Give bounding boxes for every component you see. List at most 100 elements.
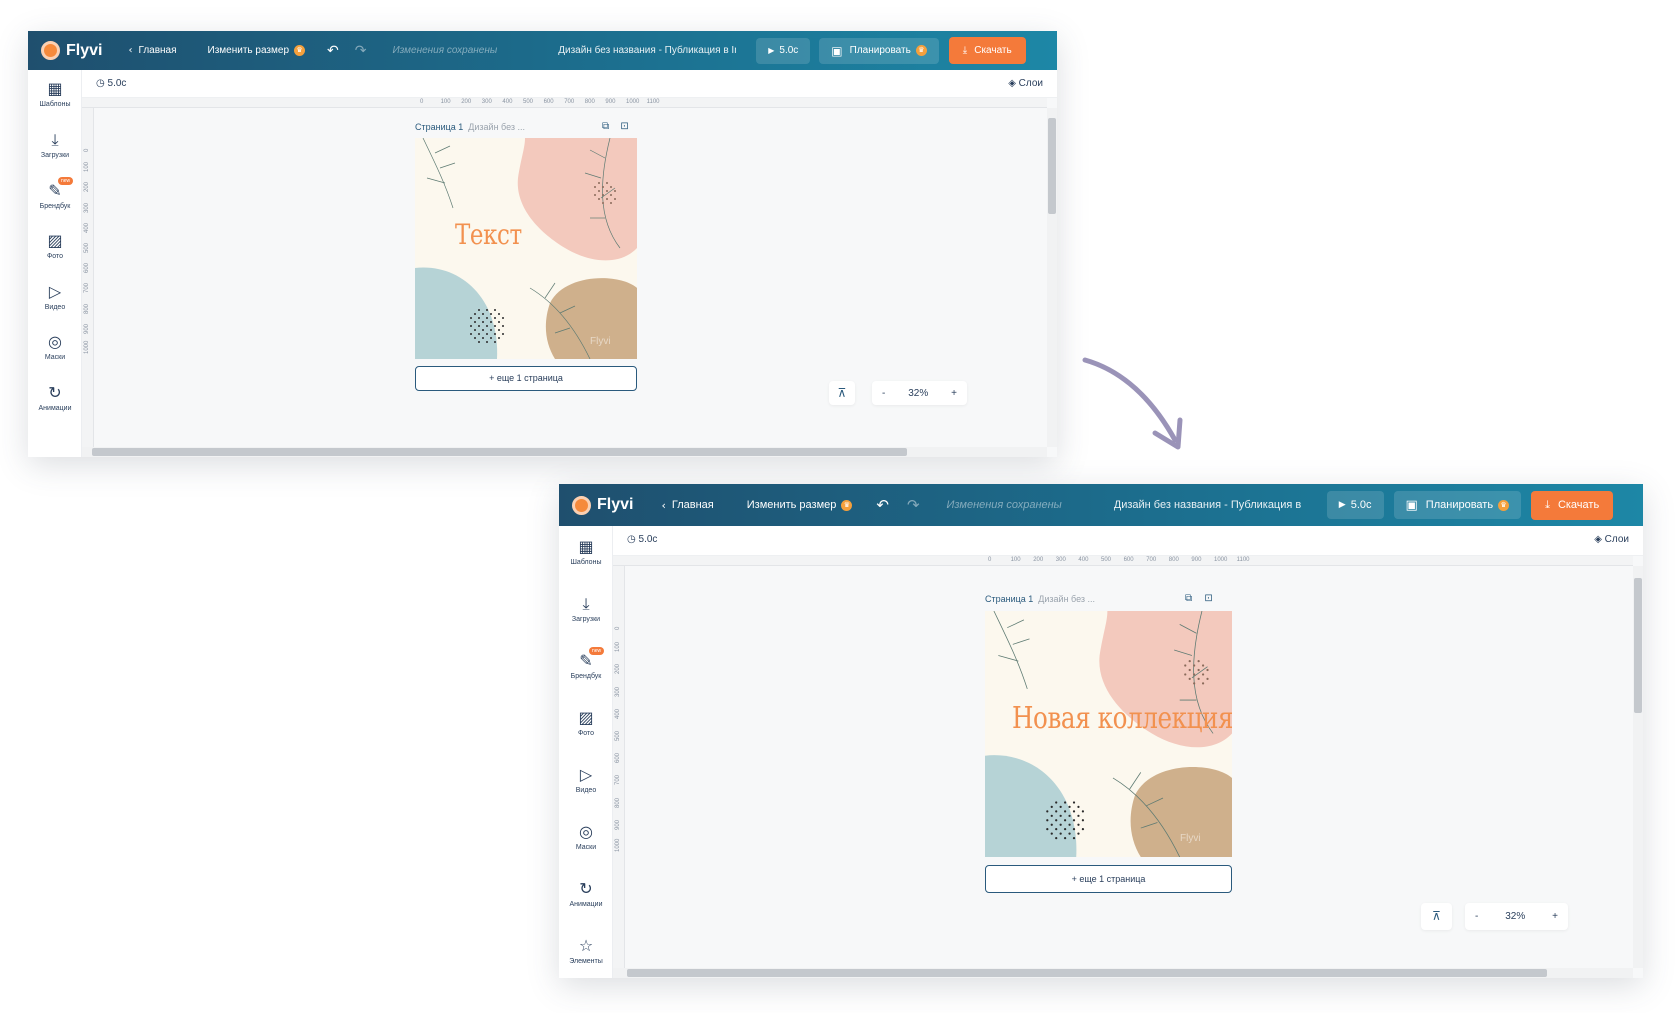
vertical-scrollbar[interactable] bbox=[1633, 566, 1643, 968]
animation-icon: ↻ bbox=[579, 879, 593, 898]
sidebar-item-templates[interactable]: ▦ Шаблоны bbox=[28, 80, 82, 109]
decor-dot bbox=[502, 325, 504, 327]
sidebar-item-animations[interactable]: ↻ Анимации bbox=[559, 879, 613, 909]
document-title[interactable]: Дизайн без названия - Публикация в In... bbox=[1114, 499, 1304, 511]
undo-icon[interactable]: ↶ bbox=[876, 496, 889, 514]
design-canvas[interactable]: Новая коллекция Flyvi bbox=[985, 611, 1232, 857]
editor-screenshot-after: Flyvi ‹ Главная Изменить размер ♛ ↶ ↷ Из… bbox=[559, 484, 1643, 978]
sidebar-item-animations[interactable]: ↻ Анимации bbox=[28, 384, 82, 413]
decor-dot bbox=[602, 186, 604, 188]
flyvi-logo[interactable]: Flyvi bbox=[572, 495, 634, 515]
decor-dot bbox=[602, 202, 604, 204]
vertical-scroll-thumb[interactable] bbox=[1634, 578, 1642, 713]
download-button[interactable]: ⤓ Скачать bbox=[948, 37, 1026, 64]
horizontal-scrollbar[interactable] bbox=[613, 968, 1633, 978]
sidebar-item-templates[interactable]: ▦ Шаблоны bbox=[559, 538, 613, 567]
decor-dot bbox=[1197, 659, 1200, 663]
document-title[interactable]: Дизайн без названия - Публикация в In... bbox=[558, 45, 736, 56]
decor-dot bbox=[478, 341, 480, 343]
flyvi-logo[interactable]: Flyvi bbox=[41, 41, 102, 60]
sidebar-item-brandbook[interactable]: new ✎ Брендбук bbox=[28, 177, 82, 210]
horizontal-scrollbar[interactable] bbox=[82, 447, 1047, 457]
sidebar-label: Загрузки bbox=[571, 616, 601, 623]
decor-dot bbox=[482, 313, 484, 315]
download-button[interactable]: ⤓ Скачать bbox=[1531, 490, 1614, 520]
zoom-out-button[interactable]: - bbox=[1475, 911, 1478, 922]
zoom-control: - 32% + bbox=[1465, 903, 1568, 930]
brandbook-icon: ✎ bbox=[579, 651, 593, 670]
logo-text: Flyvi bbox=[597, 496, 634, 513]
fit-to-screen-icon[interactable]: ⊼ bbox=[829, 381, 855, 405]
add-page-icon[interactable]: ⊡ bbox=[1204, 593, 1212, 604]
sidebar-item-masks[interactable]: ◎ Маски bbox=[28, 333, 82, 362]
decor-dot bbox=[1201, 673, 1205, 676]
sidebar-item-masks[interactable]: ◎ Маски bbox=[559, 823, 613, 852]
canvas-text-element[interactable]: Текст bbox=[455, 218, 522, 251]
schedule-button[interactable]: ▣ Планировать ♛ bbox=[1393, 491, 1522, 519]
ruler-tick-label: 600 bbox=[84, 263, 90, 274]
canvas-text-element[interactable]: Новая коллекция bbox=[1012, 701, 1232, 736]
sidebar-item-photo[interactable]: ▨ Фото bbox=[559, 709, 613, 738]
duplicate-icon[interactable]: ⧉ bbox=[1185, 593, 1192, 604]
ruler-tick-label: 1000 bbox=[626, 99, 640, 105]
new-badge: new bbox=[589, 647, 605, 655]
resize-button[interactable]: Изменить размер ♛ bbox=[747, 499, 853, 511]
sidebar-item-photo[interactable]: ▨ Фото bbox=[28, 232, 82, 261]
timer-control[interactable]: ◷ 5.0с bbox=[96, 78, 126, 89]
decor-dot bbox=[598, 190, 600, 192]
sidebar-item-video[interactable]: ▷ Видео bbox=[28, 283, 82, 312]
horizontal-scroll-thumb[interactable] bbox=[627, 969, 1547, 977]
calendar-icon: ▣ bbox=[831, 43, 843, 58]
sidebar-item-video[interactable]: ▷ Видео bbox=[559, 766, 613, 795]
decor-dot bbox=[1055, 801, 1058, 804]
sidebar-item-uploads[interactable]: ⤓ Загрузки bbox=[28, 131, 82, 160]
home-link[interactable]: ‹ Главная bbox=[661, 499, 713, 512]
decor-dot bbox=[1059, 805, 1062, 809]
decor-dot bbox=[490, 313, 492, 315]
decor-dot bbox=[1063, 828, 1067, 831]
decor-dot bbox=[502, 333, 504, 335]
resize-button[interactable]: Изменить размер ♛ bbox=[208, 45, 306, 56]
page-actions: ⧉ ⊡ bbox=[602, 121, 629, 132]
sidebar-label: Брендбук bbox=[570, 673, 602, 680]
fit-to-screen-icon[interactable]: ⊼ bbox=[1421, 903, 1452, 930]
decor-dot bbox=[598, 182, 600, 184]
undo-icon[interactable]: ↶ bbox=[327, 43, 339, 59]
add-page-button[interactable]: + еще 1 страница bbox=[985, 865, 1232, 893]
logo-icon bbox=[572, 495, 591, 515]
sidebar-label: Шаблоны bbox=[39, 101, 71, 108]
duplicate-icon[interactable]: ⧉ bbox=[602, 121, 609, 132]
decor-dot bbox=[614, 190, 616, 192]
add-page-icon[interactable]: ⊡ bbox=[620, 121, 628, 132]
redo-icon[interactable]: ↷ bbox=[907, 496, 920, 514]
home-link[interactable]: ‹ Главная bbox=[128, 45, 176, 56]
sidebar-item-uploads[interactable]: ⤓ Загрузки bbox=[559, 595, 613, 624]
layers-button[interactable]: ◈ Слои bbox=[1594, 534, 1629, 545]
timer-control[interactable]: ◷ 5.0с bbox=[627, 534, 657, 545]
decor-dot bbox=[478, 333, 480, 335]
sidebar-item-elements[interactable]: ☆ Элементы bbox=[559, 937, 613, 966]
vertical-scroll-thumb[interactable] bbox=[1048, 118, 1056, 214]
ruler-tick-label: 1000 bbox=[84, 340, 90, 354]
design-canvas[interactable]: Текст Flyvi bbox=[415, 138, 637, 359]
decor-dot bbox=[1068, 814, 1071, 817]
play-preview-button[interactable]: ▶ 5.0с bbox=[756, 37, 811, 64]
add-page-button[interactable]: + еще 1 страница bbox=[415, 366, 637, 391]
sidebar-item-brandbook[interactable]: new ✎ Брендбук bbox=[559, 647, 613, 680]
ruler-tick-label: 700 bbox=[615, 775, 621, 786]
vertical-scrollbar[interactable] bbox=[1047, 108, 1057, 447]
watermark: Flyvi bbox=[590, 336, 611, 347]
zoom-in-button[interactable]: + bbox=[951, 388, 957, 399]
zoom-out-button[interactable]: - bbox=[882, 388, 885, 399]
play-preview-button[interactable]: ▶ 5.0с bbox=[1326, 491, 1384, 519]
comparison-stage: Flyvi ‹ Главная Изменить размер ♛ ↶ ↷ Из… bbox=[0, 0, 1680, 1013]
layers-button[interactable]: ◈ Слои bbox=[1008, 78, 1043, 89]
decor-dot bbox=[1077, 805, 1080, 809]
zoom-level: 32% bbox=[908, 387, 929, 399]
ruler-tick-label: 800 bbox=[84, 303, 90, 314]
horizontal-scroll-thumb[interactable] bbox=[92, 448, 907, 456]
redo-icon[interactable]: ↷ bbox=[355, 43, 367, 59]
zoom-in-button[interactable]: + bbox=[1552, 911, 1558, 922]
decor-dot bbox=[1063, 810, 1067, 813]
schedule-button[interactable]: ▣ Планировать ♛ bbox=[819, 37, 939, 64]
